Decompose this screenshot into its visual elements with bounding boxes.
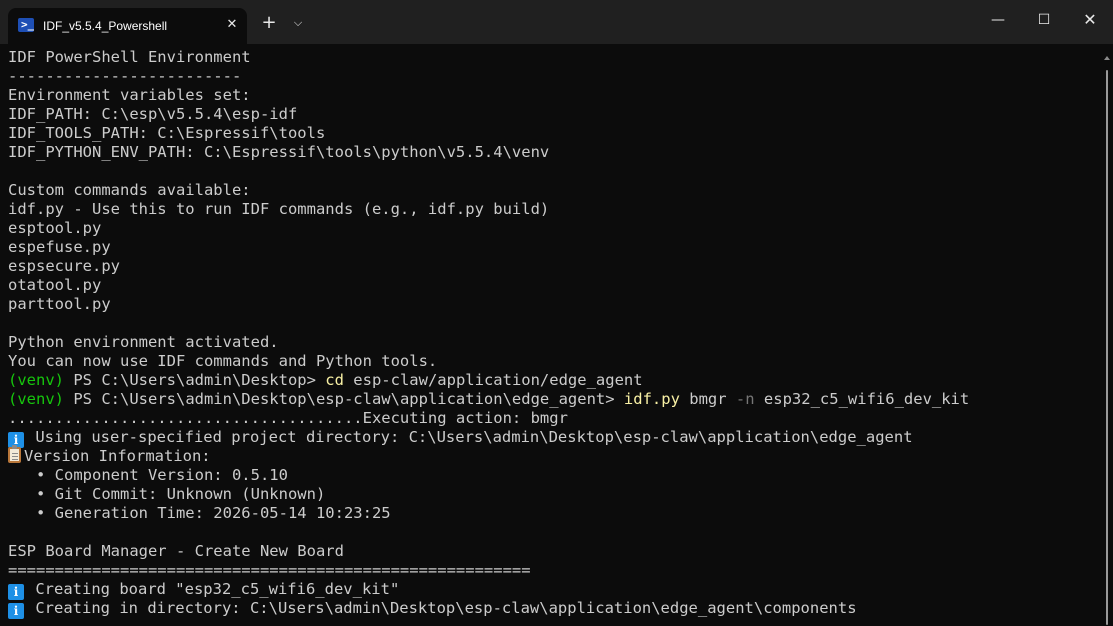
prompt-path: PS C:\Users\admin\Desktop\esp-claw\appli… — [64, 390, 624, 408]
tab-powershell[interactable]: >_ IDF_v5.5.4_Powershell ✕ — [8, 8, 247, 44]
scroll-up-arrow-icon[interactable] — [1104, 56, 1110, 60]
custom-heading: Custom commands available: — [8, 181, 251, 199]
scroll-thumb[interactable] — [1106, 70, 1108, 625]
custom-command-line: esptool.py — [8, 219, 102, 237]
project-dir-line: i Using user-specified project directory… — [8, 428, 969, 448]
command-name: idf.py — [623, 390, 680, 408]
clipboard-icon — [8, 445, 21, 463]
command-args: esp32_c5_wifi6_dev_kit — [754, 390, 970, 408]
command-name: cd — [325, 371, 344, 389]
new-tab-button[interactable]: + — [256, 8, 282, 38]
prompt-line: (venv) PS C:\Users\admin\Desktop> cd esp… — [8, 371, 969, 390]
header-title: IDF PowerShell Environment — [8, 48, 251, 66]
creating-board-line: i Creating board "esp32_c5_wifi6_dev_kit… — [8, 580, 969, 600]
minimize-button[interactable]: — — [975, 0, 1021, 40]
chevron-down-icon[interactable]: ⌵ — [286, 8, 310, 38]
custom-command-line: otatool.py — [8, 276, 102, 294]
project-dir-text: Using user-specified project directory: … — [26, 428, 913, 446]
terminal-output[interactable]: IDF PowerShell Environment -------------… — [0, 44, 1101, 626]
terminal-window: >_ IDF_v5.5.4_Powershell ✕ + ⌵ — ☐ ✕ IDF… — [0, 0, 1113, 626]
version-item: • Git Commit: Unknown (Unknown) — [8, 485, 326, 503]
version-item: • Generation Time: 2026-05-14 10:23:25 — [8, 504, 391, 522]
command-args: esp-claw/application/edge_agent — [343, 371, 643, 389]
version-heading: Version Information: — [24, 447, 211, 465]
header-rule: ------------------------- — [8, 67, 242, 85]
prompt-line: (venv) PS C:\Users\admin\Desktop\esp-cla… — [8, 390, 969, 409]
venv-label: (venv) — [8, 371, 64, 389]
env-heading: Environment variables set: — [8, 86, 251, 104]
python-activated-line: Python environment activated. — [8, 333, 279, 351]
executing-line: ......................................Ex… — [8, 409, 568, 427]
python-hint-line: You can now use IDF commands and Python … — [8, 352, 438, 370]
powershell-icon: >_ — [18, 18, 34, 32]
close-button[interactable]: ✕ — [1067, 0, 1113, 40]
custom-command-line: espefuse.py — [8, 238, 111, 256]
command-args: bmgr — [679, 390, 736, 408]
custom-command-line: idf.py - Use this to run IDF commands (e… — [8, 200, 550, 218]
version-item: • Component Version: 0.5.10 — [8, 466, 288, 484]
custom-command-line: parttool.py — [8, 295, 111, 313]
board-manager-title: ESP Board Manager - Create New Board — [8, 542, 344, 560]
tab-close-button[interactable]: ✕ — [220, 13, 244, 37]
custom-command-line: espsecure.py — [8, 257, 120, 275]
env-var-line: IDF_PYTHON_ENV_PATH: C:\Espressif\tools\… — [8, 143, 550, 161]
board-manager-rule: ========================================… — [8, 561, 531, 579]
creating-dir-text: Creating in directory: C:\Users\admin\De… — [26, 599, 857, 617]
creating-dir-line: i Creating in directory: C:\Users\admin\… — [8, 599, 969, 619]
env-var-line: IDF_TOOLS_PATH: C:\Espressif\tools — [8, 124, 326, 142]
info-icon: i — [8, 584, 24, 600]
title-bar: >_ IDF_v5.5.4_Powershell ✕ + ⌵ — ☐ ✕ — [0, 0, 1113, 44]
env-var-line: IDF_PATH: C:\esp\v5.5.4\esp-idf — [8, 105, 298, 123]
creating-board-text: Creating board "esp32_c5_wifi6_dev_kit" — [26, 580, 400, 598]
maximize-button[interactable]: ☐ — [1021, 0, 1067, 40]
venv-label: (venv) — [8, 390, 64, 408]
tab-title: IDF_v5.5.4_Powershell — [43, 19, 168, 33]
vertical-scrollbar[interactable] — [1101, 44, 1113, 626]
prompt-path: PS C:\Users\admin\Desktop> — [64, 371, 326, 389]
info-icon: i — [8, 603, 24, 619]
version-heading-line: Version Information: — [8, 445, 969, 466]
command-parameter: -n — [735, 390, 755, 408]
